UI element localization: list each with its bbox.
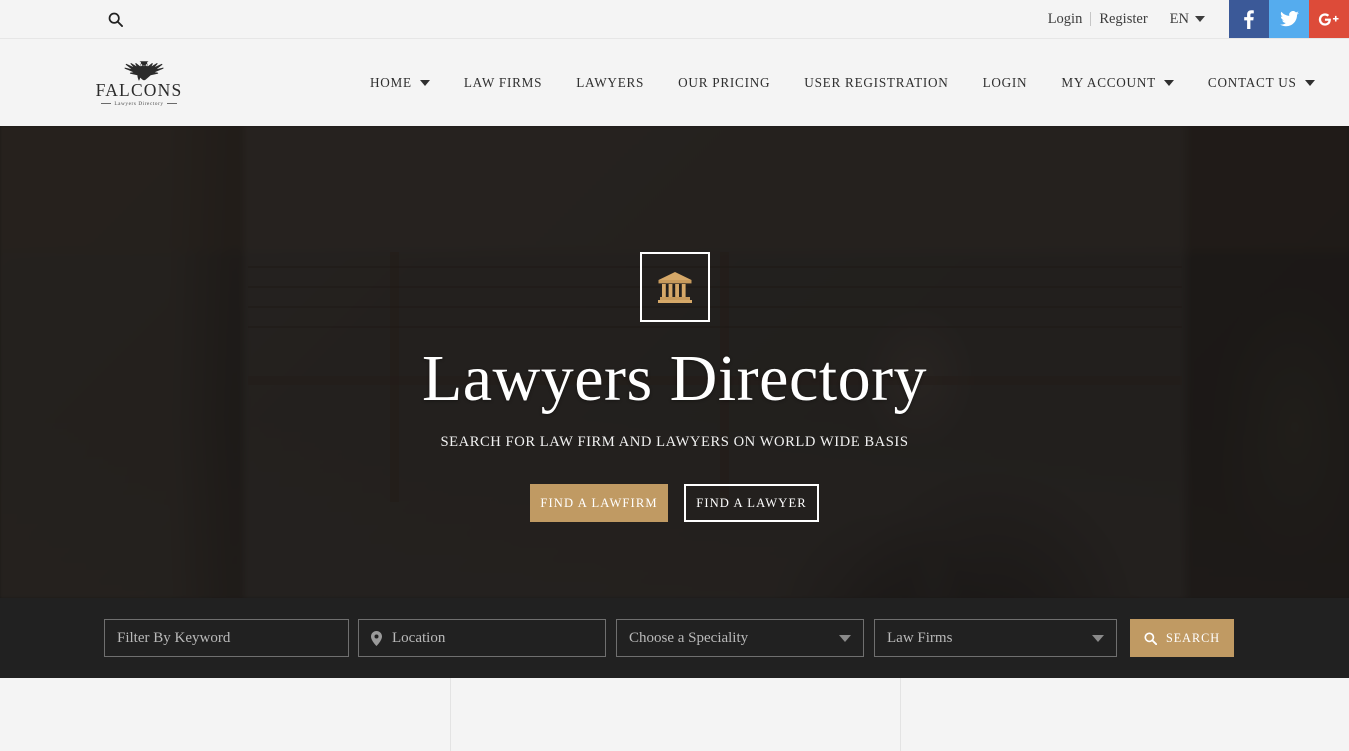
hero-banner: Lawyers Directory SEARCH FOR LAW FIRM AN… <box>0 126 1349 598</box>
login-link[interactable]: Login <box>1040 12 1091 27</box>
nav-item-law-firms[interactable]: LAW FIRMS <box>464 75 542 91</box>
nav-label: OUR PRICING <box>678 74 771 90</box>
logo-tagline-text: Lawyers Directory <box>114 100 164 107</box>
topbar-search-icon[interactable] <box>104 8 126 30</box>
nav-label: CONTACT US <box>1207 74 1297 90</box>
speciality-select[interactable]: Choose a Speciality <box>616 619 864 657</box>
nav-item-home[interactable]: HOME <box>370 75 430 91</box>
social-links <box>1229 0 1349 38</box>
twitter-link[interactable] <box>1269 0 1309 38</box>
speciality-selected-value: Choose a Speciality <box>629 629 749 646</box>
location-input[interactable]: Location <box>358 619 606 657</box>
language-label: EN <box>1169 10 1189 27</box>
feature-column <box>900 678 1349 751</box>
search-icon <box>1144 631 1157 645</box>
nav-item-user-registration[interactable]: USER REGISTRATION <box>804 75 948 91</box>
hero-icon-frame <box>639 252 710 322</box>
twitter-icon <box>1279 11 1299 27</box>
find-a-lawfirm-button[interactable]: FIND A LAWFIRM <box>530 484 668 522</box>
map-pin-icon <box>371 630 382 646</box>
nav-item-my-account[interactable]: MY ACCOUNT <box>1061 75 1174 91</box>
topbar-right-group: Login Register EN <box>1040 0 1349 38</box>
chevron-down-icon <box>1092 634 1104 642</box>
keyword-input[interactable]: Filter By Keyword <box>104 619 349 657</box>
listing-type-selected-value: Law Firms <box>887 629 953 646</box>
chevron-down-icon <box>1163 79 1174 86</box>
keyword-placeholder: Filter By Keyword <box>117 629 231 646</box>
feature-column <box>0 678 450 751</box>
logo-tagline: Lawyers Directory <box>101 101 176 107</box>
nav-item-contact-us[interactable]: CONTACT US <box>1208 75 1315 91</box>
find-a-lawyer-button[interactable]: FIND A LAWYER <box>684 484 819 522</box>
chevron-down-icon <box>1304 79 1315 86</box>
nav-label: LAW FIRMS <box>463 74 543 90</box>
main-navigation: HOME LAW FIRMS LAWYERS OUR PRICING USER … <box>370 75 1315 91</box>
site-header: FALCONS Lawyers Directory HOME LAW FIRMS… <box>0 39 1349 126</box>
top-utility-bar: Login Register EN <box>0 0 1349 39</box>
hero-subtitle: SEARCH FOR LAW FIRM AND LAWYERS ON WORLD… <box>440 434 909 450</box>
facebook-link[interactable] <box>1229 0 1269 38</box>
nav-label: USER REGISTRATION <box>804 74 949 90</box>
bank-courthouse-icon <box>657 271 692 303</box>
hero-content: Lawyers Directory SEARCH FOR LAW FIRM AN… <box>0 126 1349 598</box>
topbar-account-links: Login Register EN <box>1040 0 1229 38</box>
location-placeholder: Location <box>392 629 446 646</box>
hero-cta-group: FIND A LAWFIRM FIND A LAWYER <box>530 484 819 522</box>
language-selector[interactable]: EN <box>1156 11 1215 28</box>
nav-item-lawyers[interactable]: LAWYERS <box>576 75 644 91</box>
search-button[interactable]: SEARCH <box>1130 619 1234 657</box>
facebook-icon <box>1244 9 1254 29</box>
nav-label: HOME <box>370 74 412 90</box>
page-title: Lawyers Directory <box>421 342 928 415</box>
chevron-down-icon <box>1195 16 1205 22</box>
site-logo[interactable]: FALCONS Lawyers Directory <box>95 58 183 107</box>
chevron-down-icon <box>839 634 851 642</box>
register-link[interactable]: Register <box>1091 12 1155 27</box>
content-section-below-fold <box>0 678 1349 751</box>
listing-type-select[interactable]: Law Firms <box>874 619 1117 657</box>
nav-item-our-pricing[interactable]: OUR PRICING <box>678 75 770 91</box>
nav-label: LOGIN <box>982 74 1028 90</box>
search-filter-bar: Filter By Keyword Location Choose a Spec… <box>0 598 1349 678</box>
nav-label: LAWYERS <box>576 74 645 90</box>
logo-name: FALCONS <box>95 80 183 101</box>
nav-item-login[interactable]: LOGIN <box>983 75 1028 91</box>
nav-label: MY ACCOUNT <box>1061 74 1156 90</box>
feature-column <box>450 678 900 751</box>
google-plus-icon <box>1318 12 1339 26</box>
google-plus-link[interactable] <box>1309 0 1349 38</box>
search-button-label: SEARCH <box>1165 630 1221 645</box>
chevron-down-icon <box>419 79 430 86</box>
